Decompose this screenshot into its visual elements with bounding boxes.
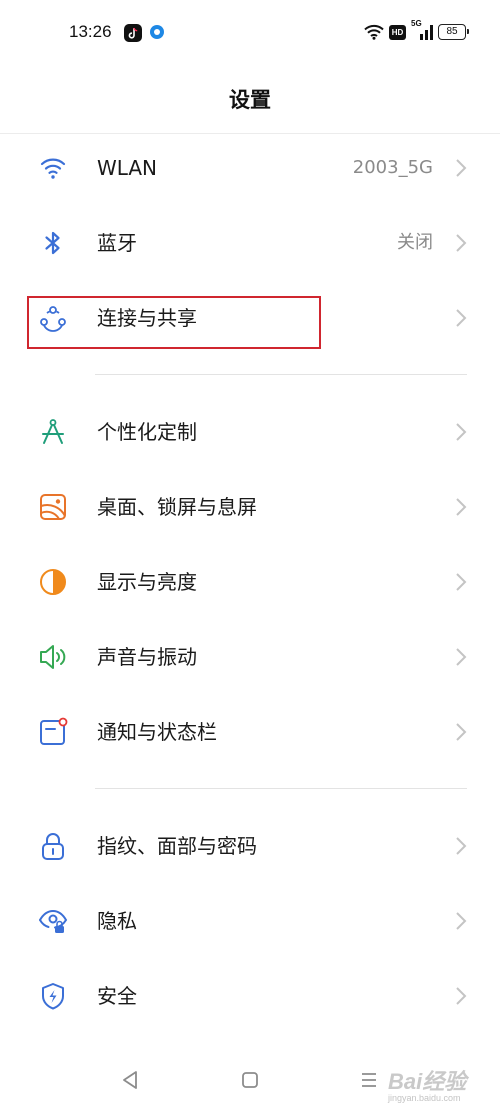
- settings-item-label: 桌面、锁屏与息屏: [97, 495, 257, 519]
- chevron-right-icon: [456, 159, 467, 177]
- settings-item-wlan[interactable]: WLAN 2003_5G: [0, 133, 500, 203]
- menu-icon[interactable]: [360, 1072, 378, 1088]
- chevron-right-icon: [456, 498, 467, 516]
- settings-item-notification-status-bar[interactable]: 通知与状态栏: [0, 697, 500, 767]
- settings-item-sound-vibration[interactable]: 声音与振动: [0, 622, 500, 692]
- tiktok-icon: [124, 24, 142, 42]
- battery-icon: 85: [438, 24, 469, 40]
- settings-item-display-brightness[interactable]: 显示与亮度: [0, 547, 500, 617]
- watermark-logo: Bai经验: [388, 1069, 467, 1094]
- settings-item-label: 个性化定制: [97, 420, 197, 444]
- settings-item-security[interactable]: 安全: [0, 961, 500, 1031]
- settings-item-label: 声音与振动: [97, 645, 197, 669]
- settings-item-value: 关闭: [397, 232, 433, 253]
- settings-item-label: 蓝牙: [97, 231, 137, 255]
- chevron-right-icon: [456, 648, 467, 666]
- brightness-icon: [38, 567, 68, 597]
- home-icon[interactable]: [241, 1071, 259, 1089]
- privacy-eye-icon: [38, 906, 68, 936]
- signal-icon: [411, 22, 433, 46]
- chevron-right-icon: [456, 837, 467, 855]
- notification-icon: [38, 717, 68, 747]
- app-notification-icon: [150, 25, 164, 39]
- bluetooth-icon: [38, 228, 68, 258]
- watermark-url: jingyan.baidu.com: [388, 1093, 461, 1103]
- status-bar: 13:26 HD 5G 85: [0, 0, 500, 66]
- highlight-annotation-box: [27, 296, 321, 349]
- settings-item-personalization[interactable]: 个性化定制: [0, 397, 500, 467]
- chevron-right-icon: [456, 309, 467, 327]
- settings-item-value: 2003_5G: [352, 157, 433, 178]
- security-shield-icon: [38, 981, 68, 1011]
- settings-item-fingerprint-face-password[interactable]: 指纹、面部与密码: [0, 811, 500, 881]
- speaker-icon: [38, 642, 68, 672]
- wifi-icon: [38, 153, 68, 183]
- settings-item-label: 指纹、面部与密码: [97, 834, 257, 858]
- settings-item-label: 安全: [97, 984, 137, 1008]
- section-divider: [95, 374, 467, 375]
- chevron-right-icon: [456, 987, 467, 1005]
- section-divider: [95, 788, 467, 789]
- back-icon[interactable]: [121, 1070, 139, 1090]
- settings-item-label: 隐私: [97, 909, 137, 933]
- lock-icon: [38, 831, 68, 861]
- chevron-right-icon: [456, 912, 467, 930]
- wifi-icon: [364, 24, 384, 44]
- settings-item-label: 通知与状态栏: [97, 720, 217, 744]
- settings-item-bluetooth[interactable]: 蓝牙 关闭: [0, 208, 500, 278]
- settings-item-privacy[interactable]: 隐私: [0, 886, 500, 956]
- settings-item-label: WLAN: [97, 156, 158, 180]
- chevron-right-icon: [456, 423, 467, 441]
- compass-drawing-icon: [38, 417, 68, 447]
- status-time: 13:26: [69, 22, 112, 41]
- chevron-right-icon: [456, 723, 467, 741]
- settings-item-label: 显示与亮度: [97, 570, 197, 594]
- chevron-right-icon: [456, 234, 467, 252]
- page-title: 设置: [229, 88, 271, 112]
- wallpaper-icon: [38, 492, 68, 522]
- hd-icon: HD: [389, 25, 406, 40]
- chevron-right-icon: [456, 573, 467, 591]
- settings-item-home-lock-screen[interactable]: 桌面、锁屏与息屏: [0, 472, 500, 542]
